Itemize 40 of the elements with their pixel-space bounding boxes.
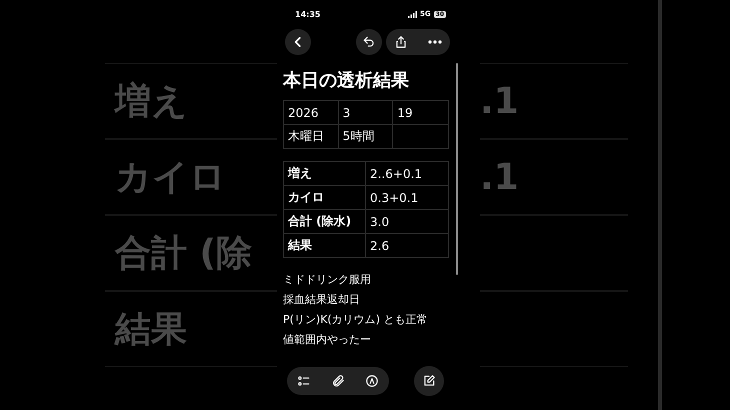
back-button[interactable] [285, 29, 311, 55]
table-cell: 3 [338, 101, 394, 124]
undo-icon [362, 35, 376, 49]
checklist-button[interactable] [297, 374, 311, 388]
more-button[interactable] [428, 40, 442, 44]
signal-icon [408, 10, 418, 18]
share-button[interactable] [394, 35, 408, 49]
compose-button[interactable] [414, 366, 444, 396]
table-cell-text: 2.6 [369, 238, 390, 254]
note-text: ミドドリンク服用 [283, 272, 372, 288]
note-title: 本日の透析結果 [283, 69, 410, 92]
backdrop-text: 結果 [113, 308, 187, 352]
paperclip-icon [331, 374, 345, 388]
backdrop-text: 増え [113, 80, 188, 124]
markup-icon [365, 374, 379, 388]
table-cell-text: 2..6+0.1 [369, 166, 424, 182]
table-cell-text: 3.0 [369, 214, 390, 230]
table-cell-text: 0.3+0.1 [369, 190, 420, 206]
table-cell: 結果 [284, 234, 366, 257]
table-cell: 木曜日 [284, 125, 339, 148]
backdrop-text: .1 [480, 80, 519, 122]
more-icon [428, 40, 442, 44]
paperclip-button[interactable] [331, 374, 345, 388]
note-text: 採血結果返却日 [283, 292, 361, 308]
backdrop-text: .1 [480, 156, 519, 198]
table-cell: 2026 [284, 101, 339, 124]
table-cell-text: 19 [396, 104, 414, 122]
backdrop-text: カイロ [114, 156, 226, 200]
backdrop-text: 合計 (除 [114, 232, 252, 276]
table-cell: 合計 (除水) [284, 210, 366, 233]
status-time: 14:35 [295, 10, 320, 18]
checklist-icon [297, 374, 311, 388]
undo-button[interactable] [356, 29, 382, 55]
share-icon [394, 35, 408, 49]
table-cell: 5時間 [338, 125, 394, 148]
table-cell: 増え [284, 162, 366, 185]
table-cell: カイロ [284, 186, 366, 209]
markup-button[interactable] [365, 374, 379, 388]
compose-icon [422, 374, 436, 388]
note-text: P(リン)K(カリウム) とも正常値範囲内やったー [283, 312, 429, 348]
